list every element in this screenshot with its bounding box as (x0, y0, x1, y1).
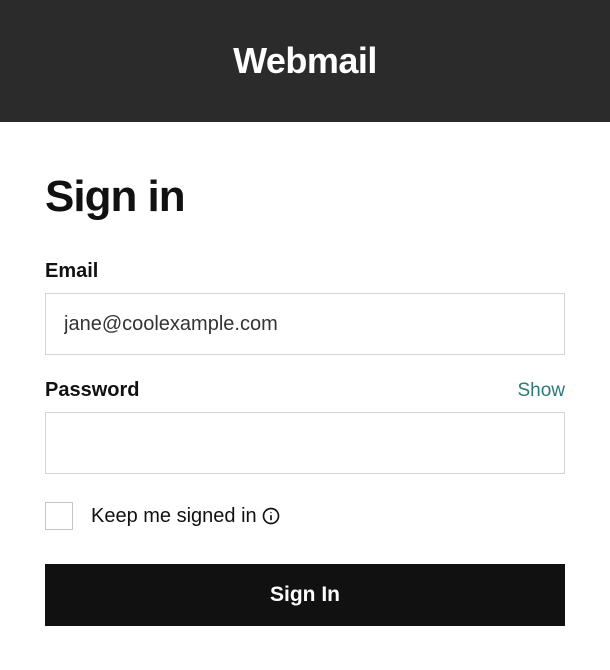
password-input[interactable] (45, 412, 565, 474)
password-label: Password (45, 379, 139, 402)
password-field-group: Password Show (45, 379, 565, 474)
show-password-link[interactable]: Show (517, 380, 565, 402)
info-icon[interactable] (261, 506, 281, 526)
page-title: Sign in (45, 172, 565, 222)
signin-form: Sign in Email Password Show Keep me sign… (0, 122, 610, 626)
remember-row: Keep me signed in (45, 502, 565, 530)
remember-label: Keep me signed in (91, 505, 281, 528)
signin-button[interactable]: Sign In (45, 564, 565, 626)
app-title: Webmail (233, 40, 377, 82)
email-input[interactable] (45, 293, 565, 355)
remember-label-text: Keep me signed in (91, 505, 257, 528)
remember-checkbox[interactable] (45, 502, 73, 530)
email-label: Email (45, 260, 98, 283)
email-field-group: Email (45, 260, 565, 355)
header: Webmail (0, 0, 610, 122)
